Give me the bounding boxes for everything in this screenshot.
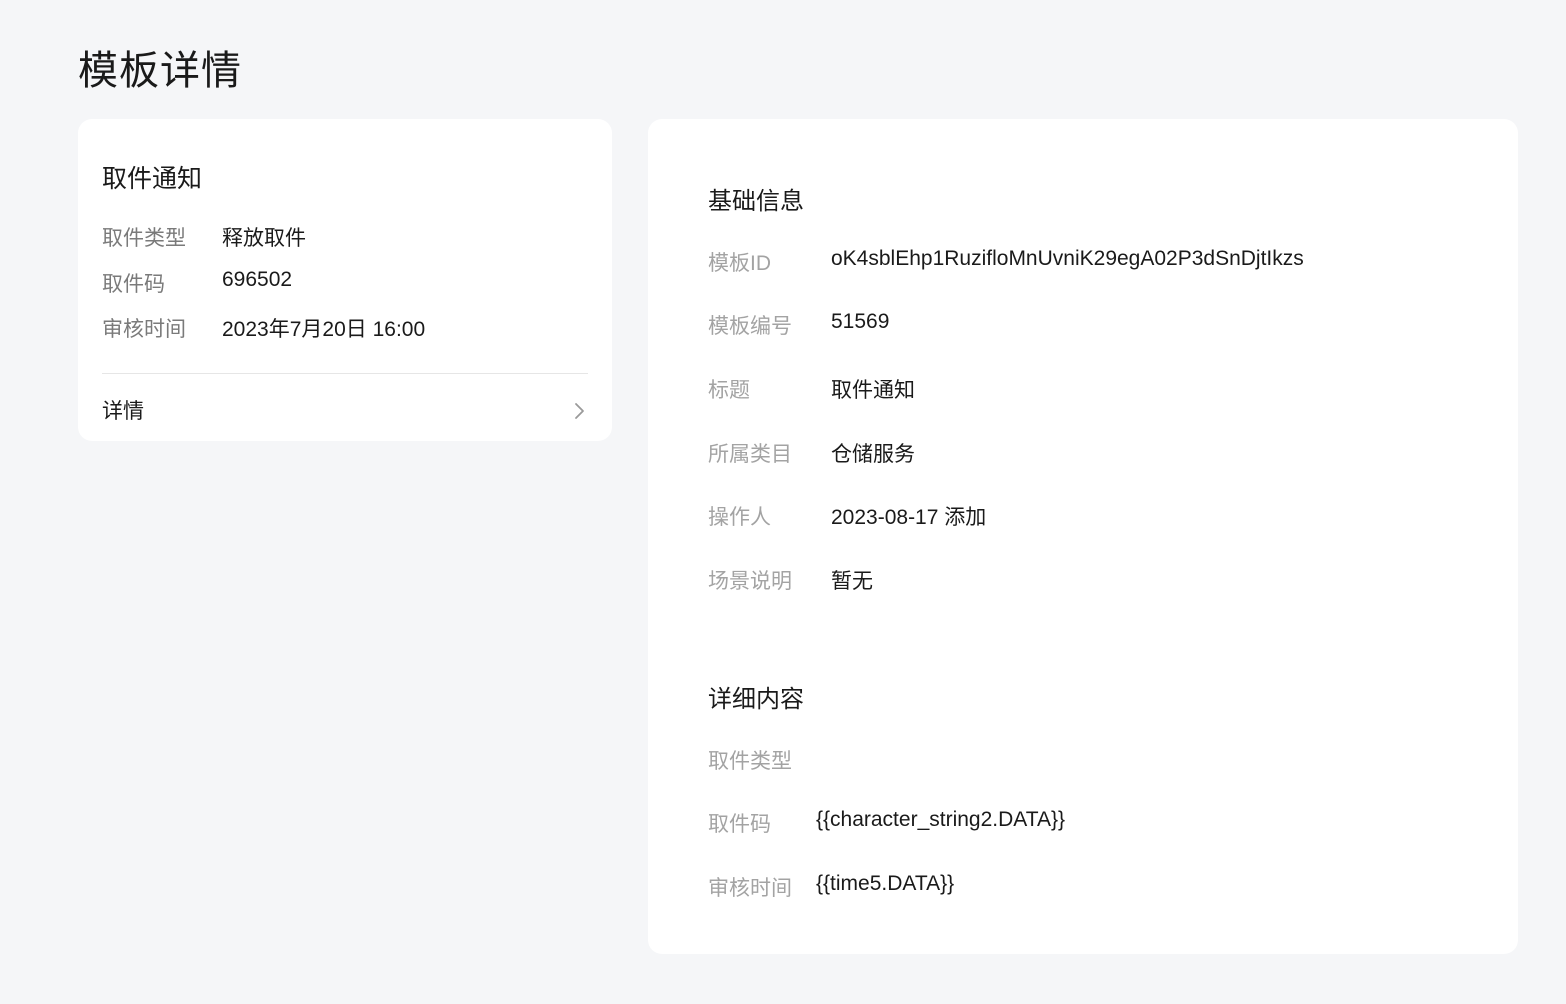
- basic-value-operator: 2023-08-17 添加: [831, 506, 987, 529]
- basic-label-category: 所属类目: [708, 443, 792, 466]
- preview-value-type: 释放取件: [222, 227, 306, 250]
- content-value-code: {{character_string2.DATA}}: [816, 808, 1066, 831]
- basic-info-title: 基础信息: [708, 188, 804, 215]
- basic-label-id: 模板ID: [708, 252, 771, 275]
- basic-label-number: 模板编号: [708, 315, 792, 338]
- preview-label-type: 取件类型: [102, 227, 186, 250]
- content-label-code: 取件码: [708, 813, 771, 836]
- basic-label-title: 标题: [708, 379, 750, 402]
- basic-value-id: oK4sblEhp1RuzifloMnUvniK29egA02P3dSnDjtI…: [831, 247, 1304, 270]
- details-link[interactable]: 详情: [78, 383, 612, 441]
- divider: [102, 373, 588, 374]
- preview-label-code: 取件码: [102, 273, 165, 296]
- content-title: 详细内容: [708, 686, 804, 713]
- chevron-right-icon: [572, 401, 586, 421]
- preview-card: 取件通知 取件类型 释放取件 取件码 696502 审核时间 2023年7月20…: [78, 119, 612, 441]
- preview-value-code: 696502: [222, 268, 293, 291]
- detail-card: 基础信息 模板ID oK4sblEhp1RuzifloMnUvniK29egA0…: [648, 119, 1518, 954]
- basic-value-number: 51569: [831, 310, 890, 333]
- page-title: 模板详情: [78, 49, 242, 93]
- basic-value-scene: 暂无: [831, 570, 873, 593]
- preview-value-time: 2023年7月20日 16:00: [222, 318, 426, 341]
- basic-value-category: 仓储服务: [831, 443, 915, 466]
- basic-label-operator: 操作人: [708, 506, 771, 529]
- content-value-time: {{time5.DATA}}: [816, 872, 955, 895]
- details-link-label: 详情: [102, 400, 144, 423]
- preview-title: 取件通知: [102, 165, 203, 193]
- basic-value-title: 取件通知: [831, 379, 915, 402]
- preview-label-time: 审核时间: [102, 318, 186, 341]
- content-label-time: 审核时间: [708, 877, 792, 900]
- basic-label-scene: 场景说明: [708, 570, 792, 593]
- content-label-type: 取件类型: [708, 750, 792, 773]
